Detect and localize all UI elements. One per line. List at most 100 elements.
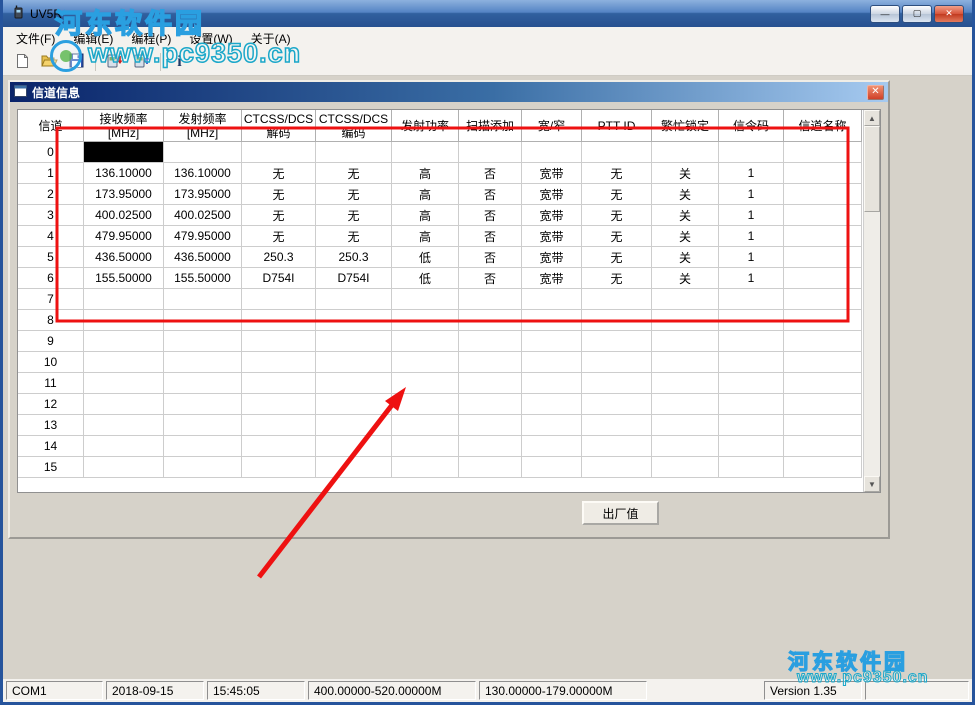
table-cell[interactable] <box>784 457 862 478</box>
table-cell[interactable]: 1 <box>719 226 784 247</box>
table-cell[interactable] <box>242 142 316 163</box>
table-cell[interactable] <box>459 310 522 331</box>
table-cell[interactable] <box>522 457 582 478</box>
table-cell[interactable] <box>784 205 862 226</box>
table-cell[interactable]: 173.95000 <box>164 184 242 205</box>
table-cell[interactable]: 关 <box>652 226 719 247</box>
table-cell[interactable]: 无 <box>316 163 392 184</box>
menu-item[interactable]: 关于(A) <box>242 27 300 50</box>
table-cell[interactable] <box>392 457 459 478</box>
row-header[interactable]: 1 <box>18 163 84 184</box>
table-cell[interactable]: 无 <box>582 184 652 205</box>
table-cell[interactable] <box>784 226 862 247</box>
row-header[interactable]: 8 <box>18 310 84 331</box>
table-cell[interactable] <box>582 142 652 163</box>
table-cell[interactable]: 否 <box>459 184 522 205</box>
table-cell[interactable] <box>392 142 459 163</box>
table-cell[interactable]: 高 <box>392 184 459 205</box>
table-cell[interactable] <box>582 415 652 436</box>
table-cell[interactable] <box>719 142 784 163</box>
table-cell[interactable] <box>582 352 652 373</box>
table-cell[interactable] <box>316 331 392 352</box>
row-header[interactable]: 6 <box>18 268 84 289</box>
table-cell[interactable] <box>316 457 392 478</box>
table-cell[interactable] <box>164 310 242 331</box>
table-cell[interactable] <box>719 457 784 478</box>
table-cell[interactable]: 高 <box>392 163 459 184</box>
table-cell[interactable]: 关 <box>652 247 719 268</box>
table-cell[interactable] <box>84 331 164 352</box>
scroll-down-button[interactable]: ▼ <box>864 476 880 492</box>
table-cell[interactable] <box>84 373 164 394</box>
table-cell[interactable] <box>582 394 652 415</box>
table-cell[interactable] <box>84 457 164 478</box>
table-cell[interactable]: D754I <box>242 268 316 289</box>
table-cell[interactable] <box>522 394 582 415</box>
table-cell[interactable] <box>522 436 582 457</box>
menu-item[interactable]: 设置(W) <box>180 27 241 50</box>
table-cell[interactable]: 低 <box>392 247 459 268</box>
table-cell[interactable] <box>316 289 392 310</box>
table-cell[interactable] <box>652 331 719 352</box>
table-cell[interactable]: D754I <box>316 268 392 289</box>
table-cell[interactable] <box>459 142 522 163</box>
column-header[interactable]: 繁忙锁定 <box>652 110 719 142</box>
table-cell[interactable] <box>582 289 652 310</box>
table-cell[interactable] <box>652 436 719 457</box>
table-cell[interactable]: 无 <box>582 268 652 289</box>
table-cell[interactable]: 低 <box>392 268 459 289</box>
table-cell[interactable]: 1 <box>719 247 784 268</box>
table-cell[interactable] <box>164 352 242 373</box>
table-cell[interactable] <box>316 310 392 331</box>
table-cell[interactable] <box>164 331 242 352</box>
table-cell[interactable] <box>652 352 719 373</box>
table-cell[interactable] <box>242 289 316 310</box>
table-cell[interactable] <box>459 436 522 457</box>
table-cell[interactable] <box>522 415 582 436</box>
column-header[interactable]: 发射功率 <box>392 110 459 142</box>
table-cell[interactable] <box>316 142 392 163</box>
table-cell[interactable]: 无 <box>242 163 316 184</box>
table-cell[interactable] <box>242 415 316 436</box>
table-cell[interactable] <box>84 415 164 436</box>
table-cell[interactable] <box>84 394 164 415</box>
table-cell[interactable] <box>719 373 784 394</box>
table-cell[interactable] <box>582 436 652 457</box>
table-cell[interactable] <box>652 310 719 331</box>
table-cell[interactable]: 1 <box>719 205 784 226</box>
table-cell[interactable]: 无 <box>582 226 652 247</box>
table-cell[interactable] <box>164 289 242 310</box>
table-cell[interactable]: 否 <box>459 247 522 268</box>
table-cell[interactable]: 无 <box>242 184 316 205</box>
table-cell[interactable]: 关 <box>652 268 719 289</box>
table-cell[interactable]: 436.50000 <box>84 247 164 268</box>
table-cell[interactable]: 无 <box>316 226 392 247</box>
table-cell[interactable] <box>459 331 522 352</box>
row-header[interactable]: 11 <box>18 373 84 394</box>
open-file-button[interactable] <box>38 51 61 73</box>
table-cell[interactable] <box>242 457 316 478</box>
row-header[interactable]: 2 <box>18 184 84 205</box>
table-cell[interactable] <box>784 310 862 331</box>
row-header[interactable]: 5 <box>18 247 84 268</box>
table-cell[interactable] <box>164 394 242 415</box>
table-cell[interactable] <box>242 310 316 331</box>
scrollbar-track[interactable] <box>864 212 880 476</box>
table-cell[interactable] <box>392 289 459 310</box>
table-cell[interactable]: 高 <box>392 226 459 247</box>
table-cell[interactable]: 否 <box>459 268 522 289</box>
corner-header[interactable]: 信道 <box>18 110 84 142</box>
menu-item[interactable]: 文件(F) <box>7 27 64 50</box>
read-from-radio-button[interactable] <box>103 51 126 73</box>
table-cell[interactable] <box>84 310 164 331</box>
table-cell[interactable] <box>316 436 392 457</box>
table-cell[interactable]: 宽带 <box>522 268 582 289</box>
table-cell[interactable]: 436.50000 <box>164 247 242 268</box>
table-cell[interactable]: 无 <box>316 184 392 205</box>
table-cell[interactable]: 400.02500 <box>84 205 164 226</box>
channel-window-close-button[interactable]: ✕ <box>867 85 884 100</box>
table-cell[interactable]: 136.10000 <box>84 163 164 184</box>
row-header[interactable]: 4 <box>18 226 84 247</box>
table-cell[interactable] <box>392 394 459 415</box>
column-header[interactable]: 接收频率[MHz] <box>84 110 164 142</box>
